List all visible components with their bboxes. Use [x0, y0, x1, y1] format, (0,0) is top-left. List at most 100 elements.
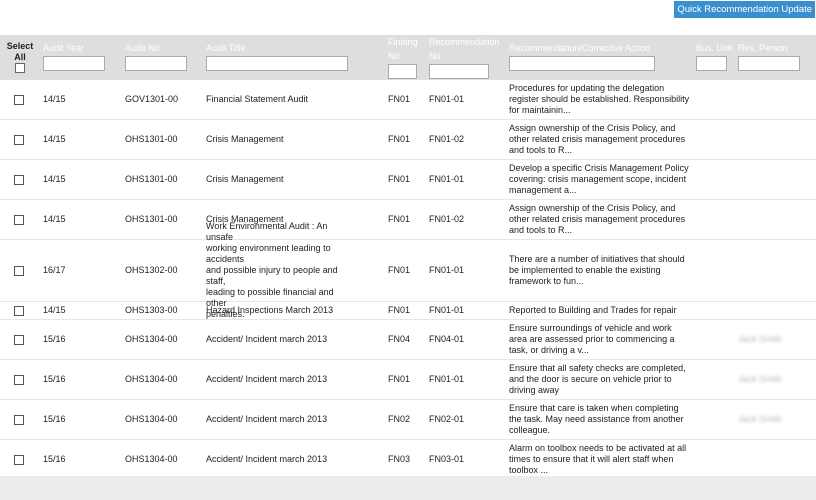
- cell-recommendation-lines: Ensure that care is taken when completin…: [509, 403, 684, 436]
- cell-recommendation: There are a number of initiatives that s…: [509, 240, 694, 301]
- cell-recommendation-line: Ensure surroundings of vehicle and work: [509, 323, 672, 333]
- row-select-checkbox[interactable]: [14, 306, 24, 316]
- cell-audit-title: Crisis Management: [206, 120, 356, 159]
- cell-recommendation-line: times to ensure that it will alert staff…: [509, 454, 674, 464]
- audit-no-filter-input[interactable]: [125, 56, 187, 71]
- row-select-checkbox[interactable]: [14, 415, 24, 425]
- cell-audit-title: Financial Statement Audit: [206, 80, 356, 119]
- cell-recommendation-lines: Ensure surroundings of vehicle and work a…: [509, 323, 675, 356]
- table-row[interactable]: 14/15 OHS1301-00 Crisis Management FN01 FN01…: [0, 160, 816, 200]
- row-select-checkbox[interactable]: [14, 175, 24, 185]
- cell-finding-no: FN01: [388, 134, 411, 144]
- cell-audit-title-lines: Crisis Management: [206, 134, 284, 145]
- table-row[interactable]: 14/15 OHS1301-00 Crisis Management FN01 FN01…: [0, 200, 816, 240]
- cell-recommendation-lines: Ensure that all safety checks are comple…: [509, 363, 686, 396]
- header-bus-unit: Bus. Unit: [696, 43, 733, 53]
- table-row[interactable]: 15/16 OHS1304-00 Accident/ Incident march …: [0, 360, 816, 400]
- cell-recommendation-line: framework to fun...: [509, 276, 584, 286]
- cell-audit-title-line: Financial Statement Audit: [206, 94, 309, 104]
- table-row[interactable]: 14/15 OHS1303-00 Hazard Inspections March …: [0, 302, 816, 320]
- header-recommendation-no-line: No: [429, 51, 441, 61]
- row-select-checkbox[interactable]: [14, 335, 24, 345]
- cell-finding-no: FN01: [388, 214, 411, 224]
- header-finding-no-line: Finding: [388, 37, 418, 47]
- cell-recommendation-line: Assign ownership of the Crisis Policy, a…: [509, 203, 676, 213]
- row-select-checkbox[interactable]: [14, 266, 24, 276]
- cell-audit-title-lines: Crisis Management: [206, 174, 284, 185]
- cell-recommendation-line: covering: crisis management scope, incid…: [509, 174, 687, 184]
- select-all-label: Select All: [3, 41, 37, 63]
- cell-audit-year: 15/16: [43, 414, 66, 424]
- row-select-checkbox[interactable]: [14, 95, 24, 105]
- table-row[interactable]: 14/15 OHS1301-00 Crisis Management FN01 FN01…: [0, 120, 816, 160]
- cell-audit-title-line: Accident/ Incident march 2013: [206, 414, 328, 424]
- cell-recommendation-line: Assign ownership of the Crisis Policy, a…: [509, 123, 676, 133]
- cell-finding-no: FN02: [388, 414, 411, 424]
- audit-year-filter-input[interactable]: [43, 56, 105, 71]
- cell-audit-title-line: Accident/ Incident march 2013: [206, 334, 328, 344]
- cell-audit-title: Accident/ Incident march 2013: [206, 400, 356, 439]
- cell-recommendation-line: Procedures for updating the delegation: [509, 83, 665, 93]
- cell-audit-no: OHS1301-00: [125, 174, 178, 184]
- cell-recommendation: Ensure that all safety checks are comple…: [509, 360, 694, 399]
- cell-audit-title: Hazard Inspections March 2013: [206, 302, 356, 319]
- cell-recommendation-no: FN01-01: [429, 174, 465, 184]
- table-row[interactable]: 16/17 OHS1302-00 Work Environmental Audit …: [0, 221, 816, 319]
- table-row[interactable]: 14/15 GOV1301-00 Financial Statement Audit…: [0, 80, 816, 120]
- recommendation-grid: Select All Audit Year Audit No Audit Tit…: [0, 35, 816, 480]
- cell-recommendation-line: toolbox ...: [509, 465, 549, 475]
- cell-recommendation-line: Ensure that care is taken when completin…: [509, 403, 679, 413]
- cell-finding-no: FN03: [388, 454, 411, 464]
- cell-recommendation-no: FN01-02: [429, 214, 465, 224]
- cell-audit-title-line: working environment leading to accidents: [206, 243, 331, 264]
- table-row[interactable]: 15/16 OHS1304-00 Accident/ Incident march …: [0, 400, 816, 440]
- row-select-checkbox[interactable]: [14, 135, 24, 145]
- cell-audit-no: OHS1304-00: [125, 374, 178, 384]
- table-row[interactable]: 15/16 OHS1304-00 Accident/ Incident march …: [0, 440, 816, 480]
- audit-title-filter-input[interactable]: [206, 56, 348, 71]
- cell-recommendation-line: the task. May need assistance from anoth…: [509, 414, 684, 424]
- cell-audit-title: Accident/ Incident march 2013: [206, 320, 356, 359]
- row-select-checkbox[interactable]: [14, 455, 24, 465]
- cell-finding-no: FN01: [388, 94, 411, 104]
- cell-recommendation-no: FN02-01: [429, 414, 465, 424]
- res-person-filter-input[interactable]: [738, 56, 800, 71]
- cell-recommendation: Reported to Building and Trades for repa…: [509, 302, 694, 319]
- finding-no-filter-input[interactable]: [388, 64, 417, 79]
- recommendation-no-filter-input[interactable]: [429, 64, 489, 79]
- row-select-checkbox[interactable]: [14, 215, 24, 225]
- header-recommendation-no-line: Recommendation: [429, 37, 500, 47]
- cell-recommendation-no: FN01-01: [429, 305, 465, 315]
- cell-recommendation-line: be implemented to enable the existing: [509, 265, 661, 275]
- cell-recommendation-no: FN01-02: [429, 134, 465, 144]
- cell-recommendation-lines: Assign ownership of the Crisis Policy, a…: [509, 123, 685, 156]
- cell-recommendation-line: and tools to R...: [509, 225, 573, 235]
- cell-audit-no: OHS1303-00: [125, 305, 178, 315]
- bus-unit-filter-input[interactable]: [696, 56, 727, 71]
- cell-audit-title-line: Crisis Management: [206, 134, 284, 144]
- header-res-person: Res. Person: [738, 43, 788, 53]
- cell-res-person: Jack Smith: [738, 374, 783, 384]
- cell-finding-no: FN04: [388, 334, 411, 344]
- header-audit-title: Audit Title: [206, 43, 246, 53]
- cell-audit-no: OHS1304-00: [125, 454, 178, 464]
- recommendation-filter-input[interactable]: [509, 56, 655, 71]
- cell-finding-no: FN01: [388, 374, 411, 384]
- cell-audit-title-line: and possible injury to people and staff,: [206, 265, 338, 286]
- cell-audit-no: GOV1301-00: [125, 94, 179, 104]
- row-select-checkbox[interactable]: [14, 375, 24, 385]
- cell-recommendation-line: Alarm on toolbox needs to be activated a…: [509, 443, 687, 453]
- cell-recommendation-line: and the door is secure on vehicle prior …: [509, 374, 672, 384]
- cell-recommendation: Alarm on toolbox needs to be activated a…: [509, 440, 694, 479]
- select-all-checkbox[interactable]: [15, 63, 25, 73]
- table-row[interactable]: 15/16 OHS1304-00 Accident/ Incident march …: [0, 320, 816, 360]
- cell-finding-no: FN01: [388, 174, 411, 184]
- select-all-label-line: All: [14, 52, 26, 62]
- cell-audit-title-lines: Accident/ Incident march 2013: [206, 334, 327, 345]
- cell-recommendation-lines: Alarm on toolbox needs to be activated a…: [509, 443, 686, 476]
- quick-recommendation-update-button[interactable]: Quick Recommendation Update: [674, 1, 815, 18]
- cell-audit-title-lines: Accident/ Incident march 2013: [206, 414, 327, 425]
- cell-recommendation: Assign ownership of the Crisis Policy, a…: [509, 120, 694, 159]
- cell-recommendation-line: Ensure that all safety checks are comple…: [509, 363, 686, 373]
- cell-finding-no: FN01: [388, 305, 411, 315]
